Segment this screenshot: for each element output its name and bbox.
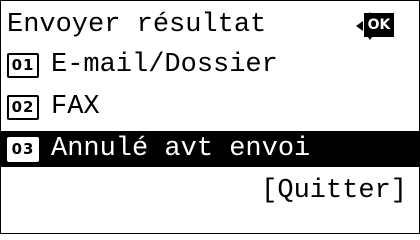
ok-icon: OK xyxy=(364,13,394,37)
item-number: 03 xyxy=(7,136,39,162)
list-item-cancel-before-send[interactable]: 03 Annulé avt envoi xyxy=(1,131,420,167)
lcd-screen: Envoyer résultat OK 01 E-mail/Dossier 02… xyxy=(0,0,420,234)
item-label: Annulé avt envoi xyxy=(51,134,311,164)
item-number: 01 xyxy=(7,52,39,78)
item-label: E-mail/Dossier xyxy=(51,50,278,80)
quit-softkey[interactable]: [Quitter] xyxy=(261,173,407,209)
list-item-fax[interactable]: 02 FAX xyxy=(1,89,420,125)
item-label: FAX xyxy=(51,92,100,122)
item-number: 02 xyxy=(7,94,39,120)
list-item-email-folder[interactable]: 01 E-mail/Dossier xyxy=(1,47,420,83)
menu-title: Envoyer résultat xyxy=(7,10,267,40)
